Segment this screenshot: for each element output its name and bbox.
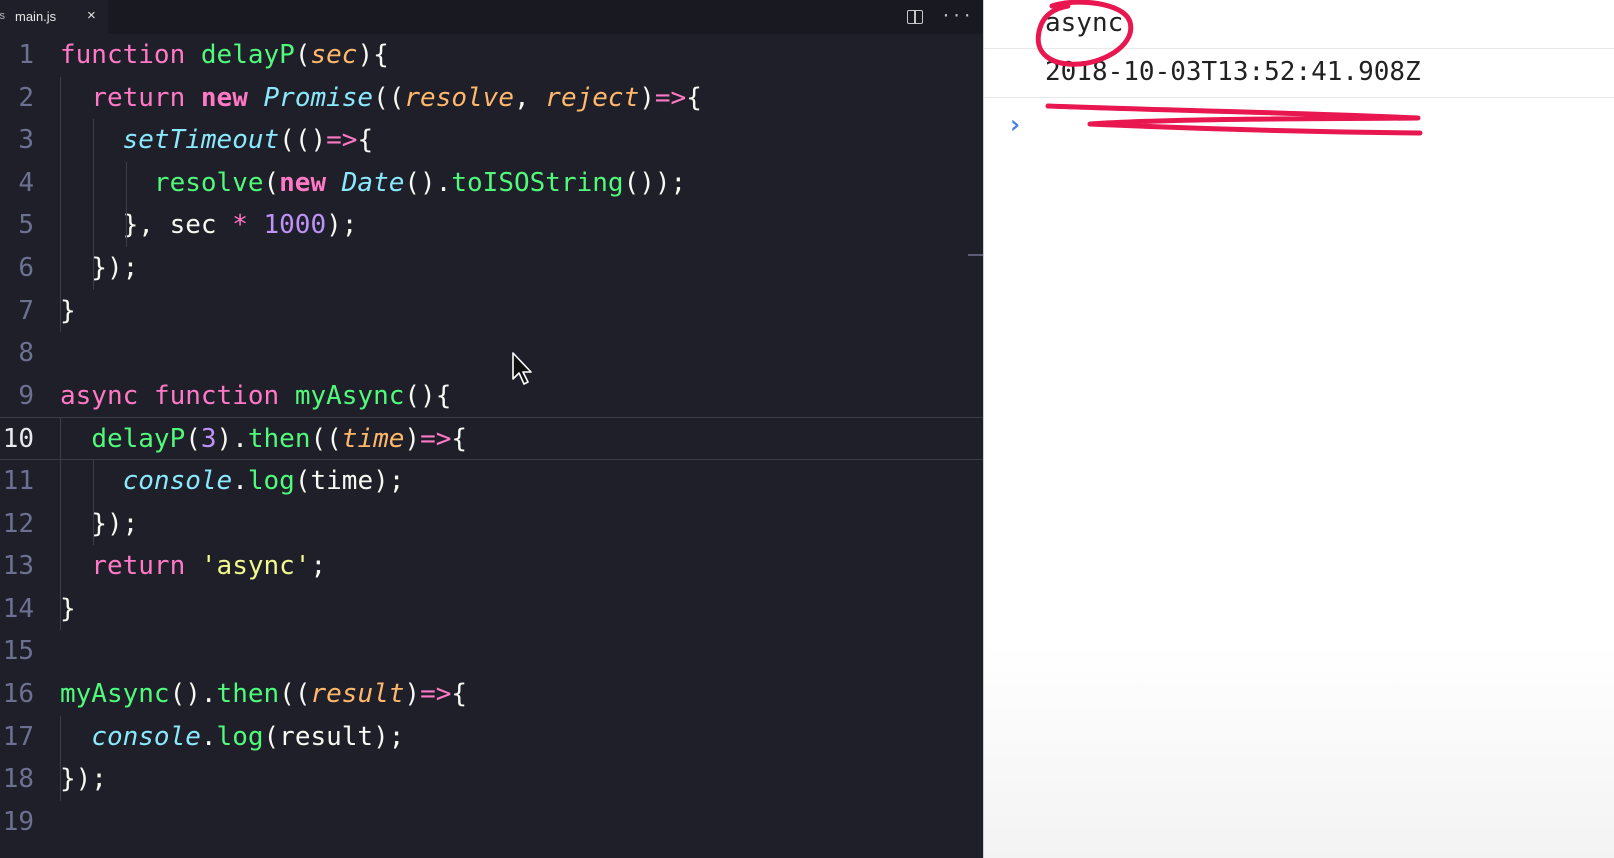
circle-annotation — [1035, 0, 1134, 67]
underline-annotation — [1045, 103, 1423, 136]
red-pen-annotation — [1035, 0, 1423, 136]
